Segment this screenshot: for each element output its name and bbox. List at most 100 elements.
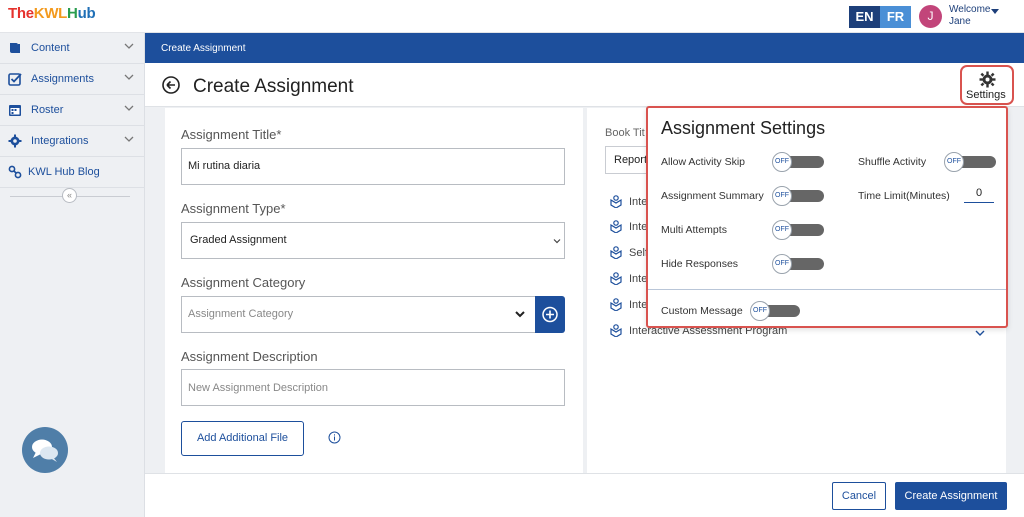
page-header: Create Assignment Settings [145, 63, 1024, 107]
program-label: Inte [629, 196, 648, 208]
custom-message-label: Custom Message [661, 305, 743, 317]
info-icon[interactable] [328, 431, 341, 444]
add-category-button[interactable] [535, 296, 565, 333]
chevron-down-icon [124, 74, 134, 80]
sidebar-item-label: Roster [31, 104, 64, 116]
toggle-knob: OFF [772, 254, 792, 274]
book-stack-icon [610, 195, 622, 208]
user-menu-caret-icon[interactable] [991, 9, 999, 14]
top-bar: TheKWLHub EN FR J Welcome Jane [0, 0, 1024, 33]
sidebar-item-roster[interactable]: Roster [0, 95, 145, 126]
assignment-category-placeholder: Assignment Category [188, 308, 294, 320]
breadcrumb-label: Create Assignment [161, 43, 246, 54]
chevron-down-icon [553, 239, 561, 244]
assignment-summary-label: Assignment Summary [661, 190, 764, 202]
avatar[interactable]: J [919, 5, 942, 28]
settings-button[interactable]: Settings [960, 65, 1014, 105]
plus-circle-icon [542, 306, 558, 323]
sidebar-item-assignments[interactable]: Assignments [0, 64, 145, 95]
book-title-label: Book Tit [605, 127, 645, 139]
sidebar-item-label: Content [31, 42, 70, 54]
toggle-knob: OFF [772, 152, 792, 172]
settings-divider [648, 289, 1006, 290]
sidebar-item-label: Assignments [31, 73, 94, 85]
assignment-title-input[interactable]: Mi rutina diaria [181, 148, 565, 185]
language-fr-button[interactable]: FR [880, 6, 911, 28]
assignment-category-select[interactable]: Assignment Category [181, 296, 536, 333]
sidebar-item-label: Integrations [31, 135, 89, 147]
assignment-category-label: Assignment Category [181, 275, 306, 290]
hide-responses-toggle[interactable]: OFF [772, 254, 824, 274]
settings-label: Settings [966, 89, 1006, 101]
checkbox-icon [8, 73, 22, 86]
assignment-description-label: Assignment Description [181, 349, 318, 364]
assignment-description-placeholder: New Assignment Description [188, 382, 329, 394]
shuffle-activity-label: Shuffle Activity [858, 156, 927, 168]
sidebar-item-kwl-hub-blog[interactable]: KWL Hub Blog [0, 157, 145, 188]
custom-message-toggle[interactable]: OFF [750, 301, 800, 321]
hide-responses-label: Hide Responses [661, 258, 739, 270]
book-icon [10, 43, 20, 53]
sidebar: Content Assignments Roster Integrations … [0, 33, 145, 517]
gear-icon [8, 134, 22, 148]
program-label: Inte [629, 273, 648, 285]
assignment-description-textarea[interactable]: New Assignment Description [181, 369, 565, 406]
toggle-knob: OFF [944, 152, 964, 172]
book-stack-icon [610, 246, 622, 259]
logo-text-h: H [67, 5, 78, 22]
form-footer: Cancel Create Assignment [145, 473, 1024, 517]
assignment-type-label: Assignment Type* [181, 201, 286, 216]
breadcrumb: Create Assignment [145, 33, 1024, 63]
multi-attempts-toggle[interactable]: OFF [772, 220, 824, 240]
logo-text-ub: ub [77, 5, 96, 22]
program-label: Inte [629, 221, 648, 233]
time-limit-label: Time Limit(Minutes) [858, 190, 950, 202]
back-arrow-icon[interactable] [162, 76, 180, 94]
chevron-down-icon [124, 105, 134, 111]
page-title: Create Assignment [193, 76, 354, 97]
calendar-icon [9, 105, 21, 116]
kwl-hub-logo[interactable]: TheKWLHub [8, 5, 96, 22]
user-menu[interactable]: Welcome Jane [949, 4, 991, 28]
logo-text-kwl: KWL [33, 5, 68, 22]
chevron-down-icon[interactable] [975, 328, 985, 338]
cancel-button[interactable]: Cancel [832, 482, 886, 510]
allow-activity-skip-toggle[interactable]: OFF [772, 152, 824, 172]
gear-icon [979, 71, 996, 88]
toggle-knob: OFF [750, 301, 770, 321]
assignment-title-label: Assignment Title* [181, 127, 282, 142]
multi-attempts-label: Multi Attempts [661, 224, 727, 236]
allow-activity-skip-label: Allow Activity Skip [661, 156, 746, 168]
book-stack-icon [610, 272, 622, 285]
link-icon [8, 165, 22, 179]
logo-text-the: The [8, 5, 34, 22]
chevron-down-icon [515, 311, 525, 318]
chat-button[interactable] [22, 427, 68, 473]
time-limit-input[interactable]: 0 [964, 187, 994, 203]
sidebar-collapse-button[interactable]: « [62, 188, 77, 203]
sidebar-item-label: KWL Hub Blog [28, 166, 100, 178]
program-label: Inte [629, 299, 648, 311]
chevron-down-icon [124, 43, 134, 49]
book-stack-icon [610, 298, 622, 311]
sidebar-item-integrations[interactable]: Integrations [0, 126, 145, 157]
user-name: Jane [949, 16, 971, 27]
toggle-knob: OFF [772, 220, 792, 240]
assignment-type-value: Graded Assignment [190, 234, 287, 246]
language-en-button[interactable]: EN [849, 6, 880, 28]
assignment-settings-title: Assignment Settings [661, 118, 826, 138]
assignment-form: Assignment Title* Mi rutina diaria Assig… [165, 108, 583, 473]
create-assignment-button[interactable]: Create Assignment [895, 482, 1007, 510]
sidebar-item-content[interactable]: Content [0, 33, 145, 64]
chat-bubbles-icon [32, 439, 58, 462]
assignment-type-select[interactable]: Graded Assignment [181, 222, 565, 259]
welcome-label: Welcome [949, 4, 991, 15]
book-stack-icon [610, 324, 622, 337]
assignment-summary-toggle[interactable]: OFF [772, 186, 824, 206]
shuffle-activity-toggle[interactable]: OFF [944, 152, 996, 172]
toggle-knob: OFF [772, 186, 792, 206]
chevron-down-icon [124, 136, 134, 142]
add-additional-file-button[interactable]: Add Additional File [181, 421, 304, 456]
assignment-settings-popover: Assignment Settings Allow Activity Skip … [646, 106, 1008, 328]
book-stack-icon [610, 220, 622, 233]
